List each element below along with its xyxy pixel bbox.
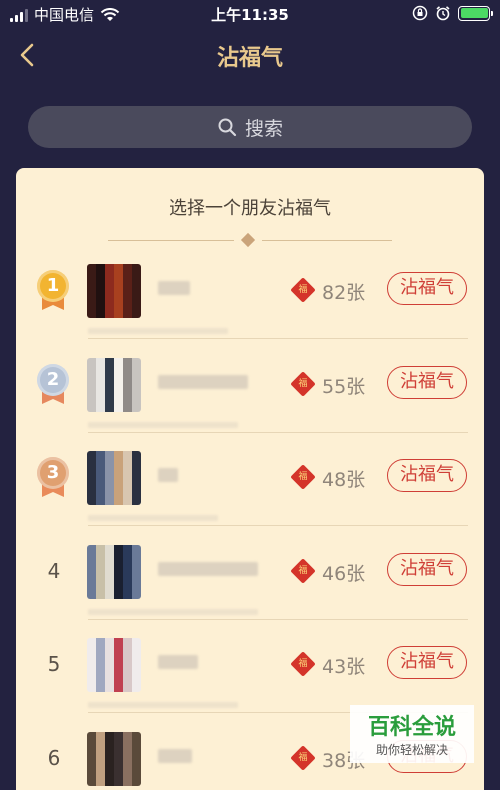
friend-detail-blurred [88, 608, 258, 615]
alarm-icon [436, 6, 450, 21]
rank-number: 2 [37, 363, 69, 396]
avatar [87, 638, 141, 692]
friend-name-blurred [158, 468, 178, 482]
ranking-card: 选择一个朋友沾福气 1 福 82张 沾福气 2 福 55张 沾福气 3 福 48张 沾福气 4 福 46张沾… [16, 168, 484, 790]
watermark-logo: 百科全说 助你轻松解决 [350, 705, 474, 763]
watermark-title: 百科全说 [367, 715, 456, 740]
friend-detail-blurred [88, 515, 218, 521]
avatar [87, 357, 141, 412]
fu-card-icon: 福 [290, 557, 316, 584]
status-right [412, 5, 493, 21]
fu-card-icon: 福 [290, 464, 316, 490]
card-count: 43张 [322, 656, 366, 678]
rank-number: 3 [37, 457, 69, 489]
avatar [87, 731, 141, 786]
page-title: 沾福气 [216, 46, 283, 71]
nav-bar: 沾福气 [0, 28, 500, 84]
card-count: 82张 [322, 282, 366, 304]
fu-card-char: 福 [298, 472, 308, 482]
fu-card-char: 福 [298, 659, 308, 669]
friend-name-blurred [158, 374, 248, 389]
medal-gold-icon: 1 [36, 270, 70, 314]
divider-left [108, 240, 234, 241]
rank-number: 5 [47, 652, 61, 676]
avatar [87, 264, 141, 318]
divider-right [262, 240, 392, 241]
rank-number: 4 [47, 558, 61, 583]
get-blessing-button[interactable]: 沾福气 [387, 646, 467, 679]
fu-card-char: 福 [298, 285, 308, 295]
friend-name-blurred [158, 655, 198, 669]
card-title: 选择一个朋友沾福气 [169, 198, 331, 219]
avatar [87, 544, 141, 599]
get-blessing-button[interactable]: 沾福气 [387, 552, 467, 586]
fu-card-icon: 福 [290, 277, 316, 303]
ranking-row: 3 福 48张 沾福气 [16, 433, 484, 526]
watermark-subtitle: 助你轻松解决 [375, 743, 448, 757]
friend-name-blurred [158, 748, 192, 763]
ranking-row: 1 福 82张 沾福气 [16, 246, 484, 339]
medal-silver-icon: 2 [36, 363, 70, 408]
card-count: 55张 [322, 375, 366, 398]
fu-card-char: 福 [298, 378, 308, 389]
friend-detail-blurred [88, 421, 238, 428]
ranking-row: 2 福 55张 沾福气 [16, 340, 484, 433]
avatar [87, 451, 141, 505]
search-bar[interactable]: 搜索 [28, 106, 472, 148]
fu-card-icon: 福 [290, 744, 316, 771]
friend-name-blurred [158, 281, 190, 295]
rank-number: 1 [37, 270, 69, 302]
card-count: 46张 [322, 562, 366, 585]
get-blessing-button[interactable]: 沾福气 [387, 365, 467, 399]
friend-detail-blurred [88, 328, 228, 334]
status-bar: 中国电信 上午11:35 [0, 0, 500, 28]
divider-diamond-icon [240, 232, 256, 248]
screen: 中国电信 上午11:35 沾福气 搜索 选择一个朋友沾福气 1 福 82张 沾福… [0, 0, 500, 790]
fu-card-char: 福 [298, 565, 308, 576]
get-blessing-button[interactable]: 沾福气 [387, 459, 467, 492]
orientation-lock-icon [412, 5, 428, 21]
search-icon [218, 118, 237, 137]
fu-card-icon: 福 [290, 651, 316, 677]
friend-detail-blurred [88, 702, 238, 708]
medal-bronze-icon: 3 [36, 457, 70, 501]
ranking-row: 5 福 43张 沾福气 [16, 620, 484, 713]
fu-card-icon: 福 [290, 370, 316, 397]
fu-card-char: 福 [298, 752, 308, 763]
card-count: 48张 [322, 469, 366, 491]
friend-name-blurred [158, 561, 258, 576]
battery-icon [458, 5, 493, 21]
search-label: 搜索 [244, 117, 283, 140]
ranking-row: 4 福 46张 沾福气 [16, 527, 484, 620]
get-blessing-button[interactable]: 沾福气 [387, 272, 467, 305]
rank-number: 6 [47, 745, 61, 770]
